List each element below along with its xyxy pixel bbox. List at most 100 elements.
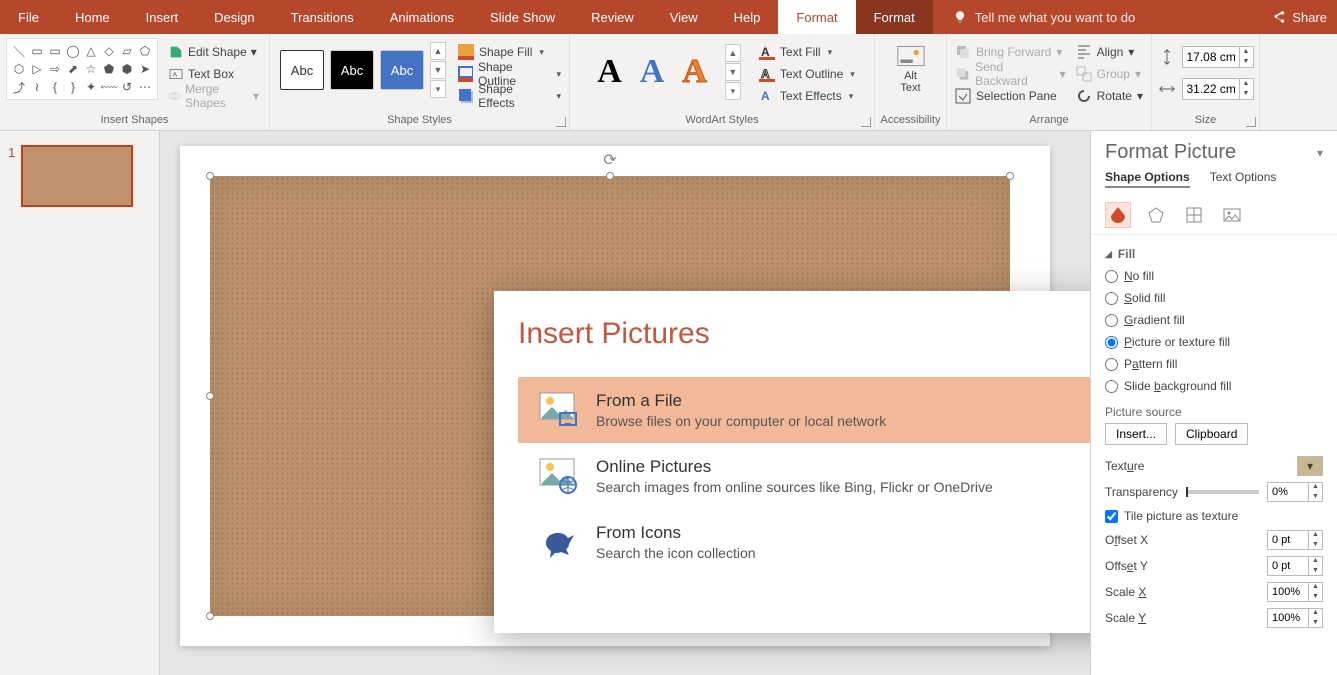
tab-slideshow[interactable]: Slide Show xyxy=(472,0,573,34)
scale-x-input[interactable]: ▲▼ xyxy=(1267,582,1323,602)
section-fill[interactable]: Fill xyxy=(1105,243,1323,265)
align-button[interactable]: Align▾ xyxy=(1074,42,1145,62)
radio-solid-fill[interactable] xyxy=(1105,292,1118,305)
option-from-icons[interactable]: From IconsSearch the icon collection xyxy=(518,509,1090,575)
offset-x-input[interactable]: ▲▼ xyxy=(1267,530,1323,550)
share-button[interactable]: Share xyxy=(1262,10,1337,25)
wordart-swatch[interactable]: A xyxy=(640,53,665,91)
tab-home[interactable]: Home xyxy=(57,0,128,34)
wordart-swatch[interactable]: A xyxy=(597,53,622,91)
option-from-file[interactable]: From a FileBrowse files on your computer… xyxy=(518,377,1090,443)
tab-insert[interactable]: Insert xyxy=(128,0,197,34)
group-wordart: A A A ▲▼▾ AText Fill▾ AText Outline▾ ATe… xyxy=(570,34,875,130)
group-button: Group▾ xyxy=(1074,64,1145,84)
height-input[interactable]: ▲▼ xyxy=(1182,46,1254,68)
radio-pattern-fill[interactable] xyxy=(1105,358,1118,371)
gallery-nav[interactable]: ▲▼▾ xyxy=(725,44,741,100)
radio-no-fill[interactable] xyxy=(1105,270,1118,283)
alt-text-button[interactable]: AltText xyxy=(887,38,935,100)
wordart-gallery[interactable]: A A A ▲▼▾ xyxy=(587,38,751,106)
text-outline-button[interactable]: AText Outline▾ xyxy=(757,64,857,84)
slide-thumbnail[interactable] xyxy=(21,145,133,207)
gallery-nav[interactable]: ▲▼▾ xyxy=(430,42,446,98)
text-fill-button[interactable]: AText Fill▾ xyxy=(757,42,857,62)
tab-file[interactable]: File xyxy=(0,0,57,34)
edit-shape-button[interactable]: Edit Shape▾ xyxy=(164,42,263,62)
height-icon xyxy=(1158,48,1176,66)
tile-checkbox[interactable] xyxy=(1105,510,1118,523)
transparency-input[interactable]: ▲▼ xyxy=(1267,482,1323,502)
thumb-number: 1 xyxy=(8,145,15,207)
tab-design[interactable]: Design xyxy=(196,0,272,34)
text-box-button[interactable]: AText Box xyxy=(164,64,263,84)
fill-line-icon[interactable] xyxy=(1105,202,1131,228)
radio-slide-bg-fill[interactable] xyxy=(1105,380,1118,393)
group-label: WordArt Styles xyxy=(685,114,758,128)
dialog-launcher-icon[interactable] xyxy=(861,117,871,127)
pane-menu-icon[interactable]: ▾ xyxy=(1317,146,1323,160)
width-input[interactable]: ▲▼ xyxy=(1182,78,1254,100)
tab-help[interactable]: Help xyxy=(716,0,779,34)
tab-format-picture[interactable]: Format xyxy=(856,0,933,34)
radio-picture-fill[interactable] xyxy=(1105,336,1118,349)
picture-online-icon xyxy=(538,457,578,495)
shape-fill-button[interactable]: Shape Fill▾ xyxy=(456,42,563,62)
scale-y-input[interactable]: ▲▼ xyxy=(1267,608,1323,628)
picture-file-icon xyxy=(538,391,578,429)
option-title: From a File xyxy=(596,391,886,411)
radio-gradient-fill[interactable] xyxy=(1105,314,1118,327)
effects-icon[interactable] xyxy=(1143,202,1169,228)
pane-title: Format Picture xyxy=(1105,141,1236,164)
picture-icon[interactable] xyxy=(1219,202,1245,228)
tile-label: Tile picture as texture xyxy=(1124,509,1238,523)
label-slide-bg-fill: Slide background fill xyxy=(1124,379,1231,393)
clipboard-button[interactable]: Clipboard xyxy=(1175,423,1248,445)
pane-tab-text-options[interactable]: Text Options xyxy=(1210,170,1277,188)
shape-effects-button[interactable]: Shape Effects▾ xyxy=(456,86,563,106)
group-arrange: Bring Forward▾ Send Backward▾ Selection … xyxy=(947,34,1152,130)
icons-icon xyxy=(538,523,578,561)
transparency-label: Transparency xyxy=(1105,485,1178,499)
style-swatch[interactable]: Abc xyxy=(380,50,424,90)
tab-transitions[interactable]: Transitions xyxy=(273,0,372,34)
scale-y-label: Scale Y xyxy=(1105,611,1146,625)
label-pattern-fill: Pattern fill xyxy=(1124,357,1177,371)
group-size: ▲▼ ▲▼ Size xyxy=(1152,34,1260,130)
text-effects-button[interactable]: AText Effects▾ xyxy=(757,86,857,106)
tell-me[interactable]: Tell me what you want to do xyxy=(953,10,1135,25)
offset-x-label: Offset X xyxy=(1105,533,1148,547)
style-swatch[interactable]: Abc xyxy=(330,50,374,90)
tab-format-drawing[interactable]: Format xyxy=(778,0,855,34)
option-desc: Search images from online sources like B… xyxy=(596,479,993,495)
width-icon xyxy=(1158,80,1176,98)
rotation-handle-icon[interactable]: ⟳ xyxy=(603,150,616,170)
insert-pictures-dialog: ✕ Insert Pictures From a FileBrowse file… xyxy=(494,291,1090,633)
shape-style-gallery[interactable]: Abc Abc Abc ▲▼▾ xyxy=(276,38,450,102)
transparency-slider[interactable] xyxy=(1186,490,1259,494)
shape-outline-button[interactable]: Shape Outline▾ xyxy=(456,64,563,84)
rotate-button[interactable]: Rotate▾ xyxy=(1074,86,1145,106)
tab-review[interactable]: Review xyxy=(573,0,652,34)
style-swatch[interactable]: Abc xyxy=(280,50,324,90)
thumbnail-pane[interactable]: 1 xyxy=(0,131,160,675)
slide-canvas[interactable]: ⟳ ✕ Insert Pictures From a FileBrowse fi… xyxy=(160,131,1090,675)
selection-pane-button[interactable]: Selection Pane xyxy=(953,86,1068,106)
pane-tab-shape-options[interactable]: Shape Options xyxy=(1105,170,1190,188)
shapes-gallery[interactable]: ＼▭▭◯△◇▱⬠ ⬡▷⇨⬈☆⬟⬢➤ ⤴≀{}✦⬳↺⋯ xyxy=(6,38,158,100)
merge-shapes-button: Merge Shapes▾ xyxy=(164,86,263,106)
size-properties-icon[interactable] xyxy=(1181,202,1207,228)
dialog-launcher-icon[interactable] xyxy=(1246,117,1256,127)
option-title: Online Pictures xyxy=(596,457,993,477)
label-gradient-fill: Gradient fill xyxy=(1124,313,1185,327)
share-label: Share xyxy=(1292,10,1327,25)
svg-text:A: A xyxy=(761,45,770,59)
send-backward-button: Send Backward▾ xyxy=(953,64,1068,84)
wordart-swatch[interactable]: A xyxy=(682,53,707,91)
tab-view[interactable]: View xyxy=(652,0,716,34)
texture-picker[interactable]: ▾ xyxy=(1297,456,1323,476)
offset-y-input[interactable]: ▲▼ xyxy=(1267,556,1323,576)
dialog-launcher-icon[interactable] xyxy=(556,117,566,127)
insert-picture-button[interactable]: Insert... xyxy=(1105,423,1167,445)
option-online-pictures[interactable]: Online Pictures Search images from online… xyxy=(518,443,1090,509)
tab-animations[interactable]: Animations xyxy=(372,0,472,34)
